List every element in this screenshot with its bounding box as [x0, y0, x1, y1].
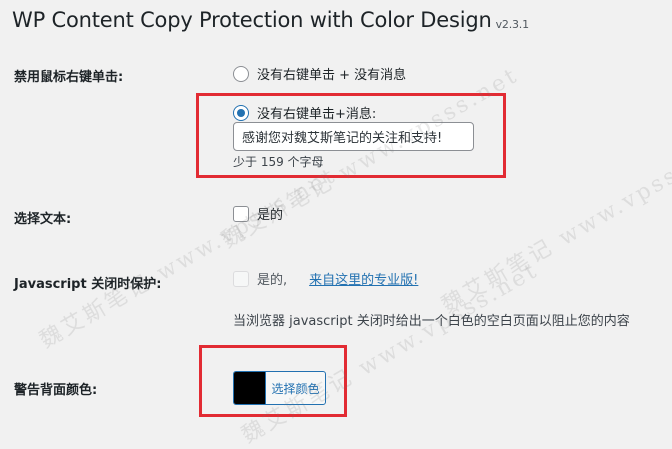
color-picker-button[interactable]: 选择颜色 — [233, 371, 326, 405]
js-protection-option-label: 是的, — [257, 273, 288, 288]
select-text-label: 选择文本: — [14, 212, 72, 227]
char-limit-hint: 少于 159 个字母 — [233, 155, 324, 169]
js-protection-label: Javascript 关闭时保护: — [14, 277, 162, 292]
alert-bg-color-label: 警告背面颜色: — [14, 383, 98, 398]
select-color-label: 选择颜色 — [271, 381, 320, 396]
js-protection-description: 当浏览器 javascript 关闭时给出一个白色的空白页面以阻止您的内容 — [233, 314, 630, 329]
right-click-option-no-message[interactable]: 没有右键单击 + 没有消息 — [233, 64, 406, 83]
right-click-label: 禁用鼠标右键单击: — [14, 70, 124, 85]
radio-with-message[interactable] — [233, 104, 249, 121]
page-title: WP Content Copy Protection with Color De… — [12, 8, 529, 32]
option-no-message-label: 没有右键单击 + 没有消息 — [257, 68, 407, 83]
watermark: 魏艾斯笔记 www.vpsss.net — [437, 127, 672, 319]
version-badge: v2.3.1 — [495, 18, 530, 31]
js-protection-option: 是的, 来自这里的专业版! — [233, 269, 418, 288]
select-text-option-label: 是的 — [257, 208, 284, 223]
pro-version-link[interactable]: 来自这里的专业版! — [309, 269, 418, 288]
right-click-option-with-message[interactable]: 没有右键单击+消息: — [233, 103, 376, 122]
alert-message-input[interactable] — [233, 122, 474, 151]
plugin-title: WP Content Copy Protection with Color De… — [12, 8, 492, 32]
js-protection-checkbox — [233, 270, 249, 287]
select-text-option[interactable]: 是的 — [233, 204, 283, 223]
color-swatch — [234, 372, 266, 404]
option-with-message-label: 没有右键单击+消息: — [257, 107, 377, 122]
radio-no-message[interactable] — [233, 65, 249, 82]
select-text-checkbox[interactable] — [233, 205, 249, 222]
